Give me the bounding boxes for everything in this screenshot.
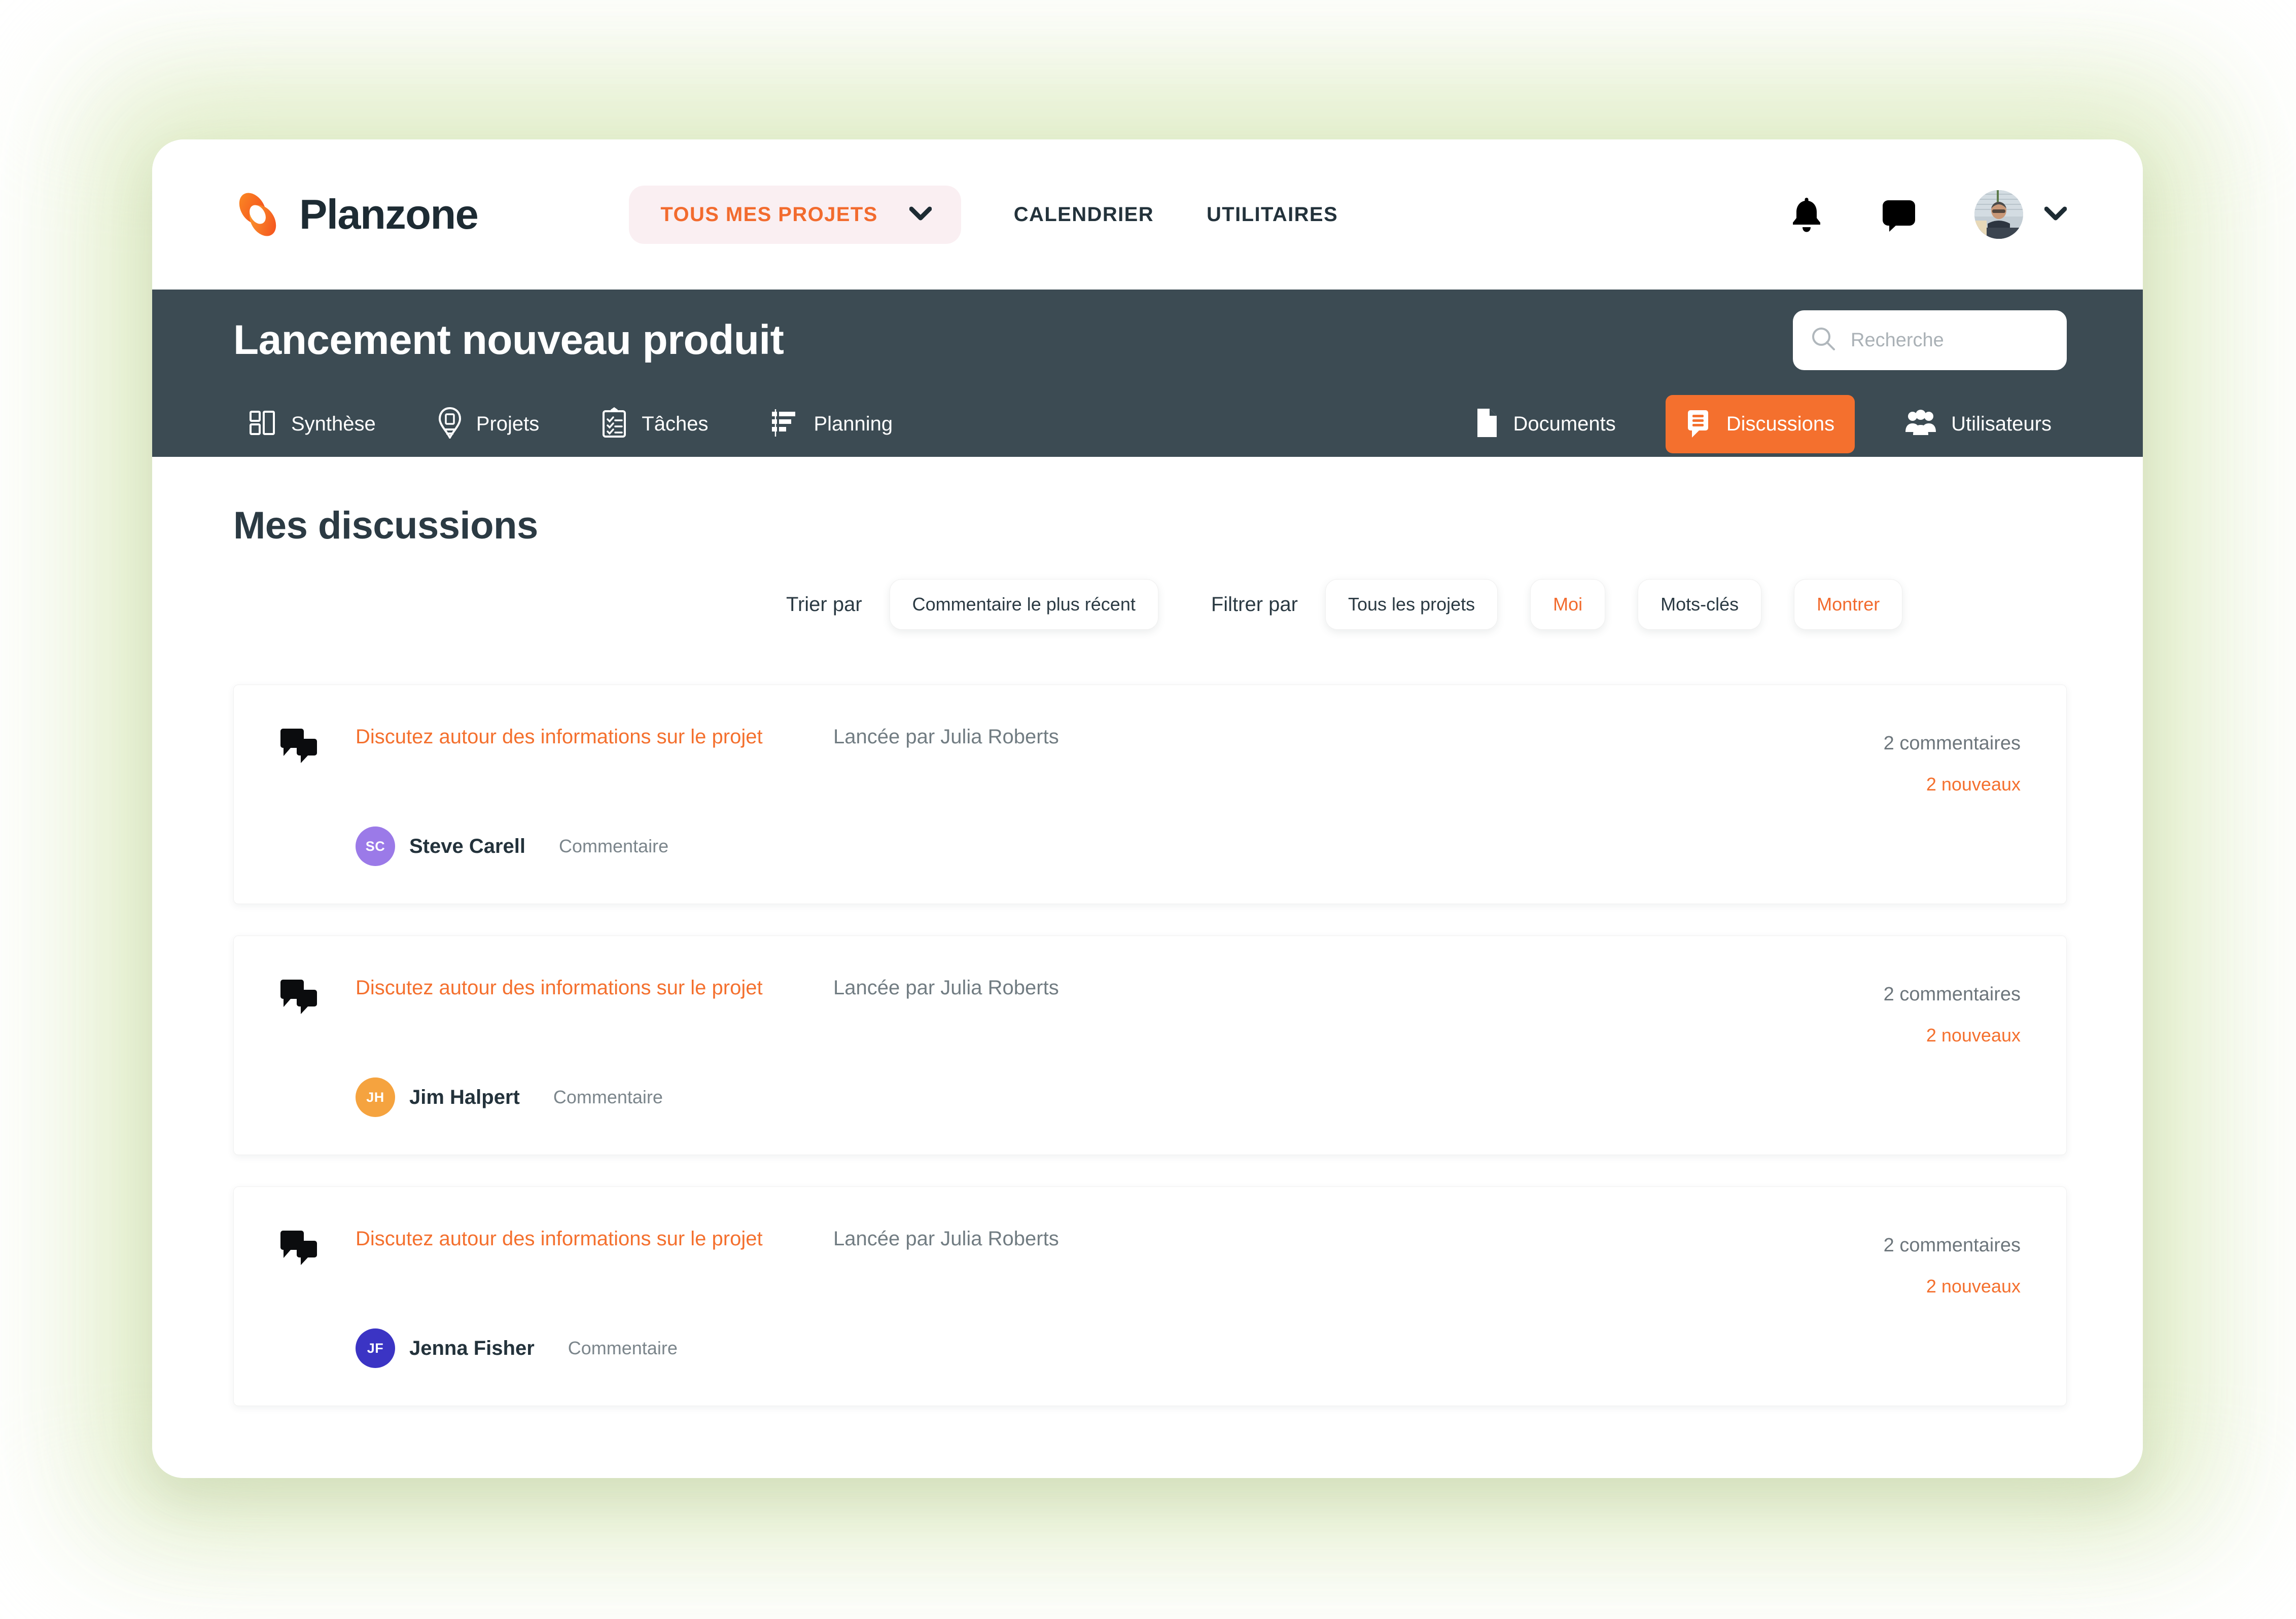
- comments-total: 2 commentaires: [1883, 1235, 2021, 1256]
- planzone-logo-icon: [233, 190, 282, 239]
- discussion-author: Jenna Fisher: [409, 1337, 535, 1359]
- discussion-counts: 2 commentaires 2 nouveaux: [1884, 977, 2021, 1046]
- avatar: JH: [356, 1077, 395, 1117]
- search-input[interactable]: [1851, 329, 2050, 351]
- document-icon: [1475, 408, 1499, 441]
- brand-name: Planzone: [299, 191, 479, 238]
- tab-documents[interactable]: Documents: [1460, 397, 1631, 452]
- tab-projets[interactable]: Projets: [422, 396, 555, 452]
- dashboard-icon: [249, 409, 277, 440]
- sort-label: Trier par: [786, 593, 862, 616]
- tab-taches[interactable]: Tâches: [586, 396, 723, 452]
- discussion-card[interactable]: Discutez autour des informations sur le …: [233, 1186, 2067, 1406]
- filter-keywords-button[interactable]: Mots-clés: [1638, 579, 1762, 630]
- comments-new-badge[interactable]: 2 nouveaux: [1884, 1276, 2021, 1297]
- chevron-down-icon: [909, 206, 932, 223]
- discussion-author: Steve Carell: [409, 835, 526, 857]
- topnav-link-calendrier[interactable]: CALENDRIER: [1014, 203, 1154, 226]
- comments-new-badge[interactable]: 2 nouveaux: [1884, 1025, 2021, 1046]
- tab-label: Synthèse: [291, 412, 376, 435]
- gantt-chart-icon: [770, 408, 799, 440]
- tab-label: Discussions: [1726, 412, 1835, 435]
- clipboard-checklist-icon: [601, 407, 627, 441]
- user-avatar-photo: [1974, 190, 2023, 239]
- project-header-top: Lancement nouveau produit: [233, 290, 2067, 391]
- discussion-card[interactable]: Discutez autour des informations sur le …: [233, 936, 2067, 1155]
- discussion-counts: 2 commentaires 2 nouveaux: [1884, 726, 2021, 795]
- discussion-author: Jim Halpert: [409, 1086, 520, 1108]
- app-window: Planzone TOUS MES PROJETS CALENDRIER UTI…: [152, 139, 2143, 1478]
- chat-bubble-icon[interactable]: [1880, 196, 1918, 233]
- user-menu[interactable]: [1974, 190, 2067, 239]
- tab-label: Utilisateurs: [1951, 412, 2052, 435]
- project-header: Lancement nouveau produit Recherche Synt…: [152, 290, 2143, 457]
- avatar: SC: [356, 826, 395, 866]
- discussion-counts: 2 commentaires 2 nouveaux: [1884, 1228, 2021, 1297]
- project-pin-icon: [438, 407, 462, 441]
- filter-toolbar: Trier par Commentaire le plus récent Fil…: [233, 579, 2067, 630]
- discussion-subject[interactable]: Discutez autour des informations sur le …: [356, 977, 802, 999]
- discussion-icon: [1686, 407, 1712, 441]
- bell-icon[interactable]: [1790, 196, 1823, 233]
- discussion-bubbles-icon: [279, 726, 324, 768]
- comments-total: 2 commentaires: [1883, 733, 2021, 754]
- page-title: Mes discussions: [233, 504, 538, 547]
- users-icon: [1904, 409, 1937, 439]
- tab-label: Documents: [1513, 412, 1616, 435]
- sort-select[interactable]: Commentaire le plus récent: [889, 579, 1158, 630]
- filter-label: Filtrer par: [1211, 593, 1298, 616]
- comments-new-badge[interactable]: 2 nouveaux: [1884, 774, 2021, 795]
- discussion-subject[interactable]: Discutez autour des informations sur le …: [356, 726, 802, 748]
- filter-me-button[interactable]: Moi: [1530, 579, 1606, 630]
- brand-logo[interactable]: Planzone: [233, 190, 479, 239]
- discussion-starter: Lancée par Julia Roberts: [833, 1228, 1059, 1250]
- discussion-bubbles-icon: [279, 1228, 324, 1270]
- discussion-list: Discutez autour des informations sur le …: [233, 685, 2067, 1406]
- projects-selector-label: TOUS MES PROJETS: [660, 203, 878, 226]
- projects-selector[interactable]: TOUS MES PROJETS: [629, 185, 961, 244]
- show-button[interactable]: Montrer: [1794, 579, 1903, 630]
- comment-action[interactable]: Commentaire: [559, 836, 668, 857]
- tab-label: Projets: [476, 412, 540, 435]
- top-bar: Planzone TOUS MES PROJETS CALENDRIER UTI…: [152, 139, 2143, 290]
- project-tabs-right: Documents Discussions Utilisateurs: [1426, 394, 2067, 453]
- tab-planning[interactable]: Planning: [755, 397, 908, 451]
- top-navigation: TOUS MES PROJETS CALENDRIER UTILITAIRES: [629, 185, 1338, 244]
- filter-all-projects-button[interactable]: Tous les projets: [1325, 579, 1498, 630]
- discussion-starter: Lancée par Julia Roberts: [833, 726, 1059, 748]
- tab-label: Tâches: [642, 412, 709, 435]
- comment-action[interactable]: Commentaire: [553, 1087, 663, 1108]
- discussion-starter: Lancée par Julia Roberts: [833, 977, 1059, 999]
- top-bar-actions: [1733, 190, 2067, 239]
- search-icon: [1810, 326, 1838, 355]
- project-tabs-left: Synthèse Projets Tâches Planning: [233, 396, 939, 452]
- comment-action[interactable]: Commentaire: [568, 1338, 678, 1359]
- discussion-subject[interactable]: Discutez autour des informations sur le …: [356, 1228, 802, 1250]
- chevron-down-icon: [2044, 206, 2067, 223]
- tab-utilisateurs[interactable]: Utilisateurs: [1889, 399, 2067, 450]
- tab-discussions[interactable]: Discussions: [1665, 394, 1855, 453]
- tab-synthese[interactable]: Synthèse: [233, 398, 391, 451]
- topnav-link-utilitaires[interactable]: UTILITAIRES: [1207, 203, 1338, 226]
- comments-total: 2 commentaires: [1883, 984, 2021, 1005]
- search-box[interactable]: [1793, 310, 2067, 370]
- avatar: JF: [356, 1328, 395, 1368]
- main-content: Mes discussions Trier par Commentaire le…: [152, 457, 2143, 1478]
- discussion-bubbles-icon: [279, 977, 324, 1019]
- project-tabs: Synthèse Projets Tâches Planning Documen…: [233, 391, 2067, 457]
- discussion-card[interactable]: Discutez autour des informations sur le …: [233, 685, 2067, 904]
- tab-label: Planning: [814, 412, 893, 435]
- page-project-title: Lancement nouveau produit: [233, 317, 784, 363]
